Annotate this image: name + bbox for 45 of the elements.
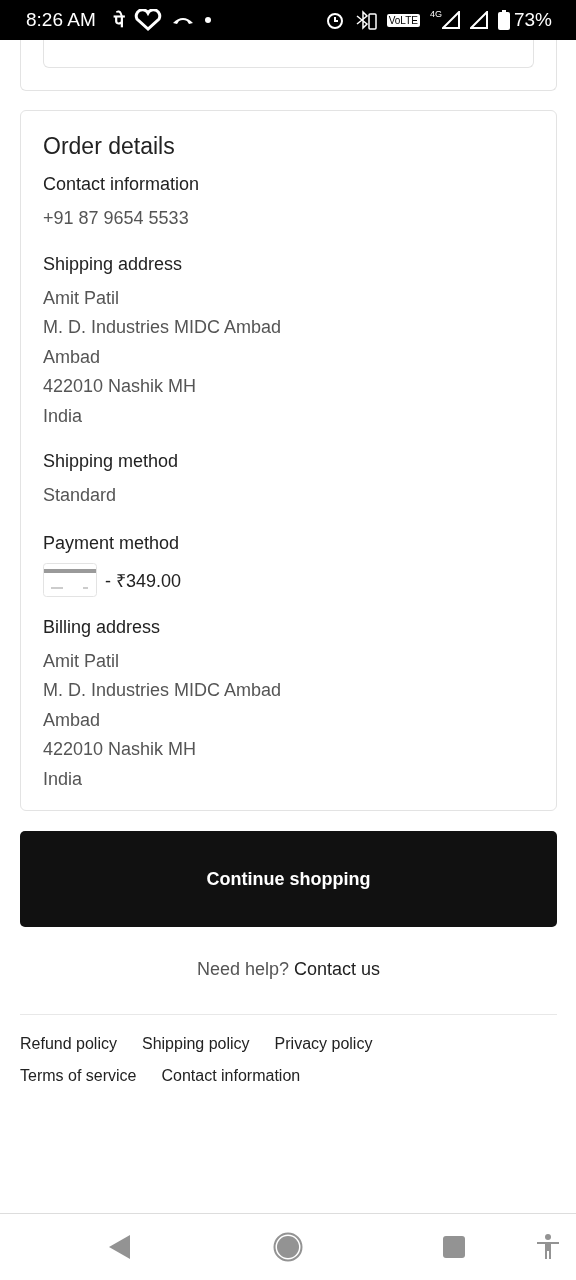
contact-us-link[interactable]: Contact us: [294, 959, 381, 980]
accessibility-icon[interactable]: [536, 1234, 560, 1260]
footer-link[interactable]: Privacy policy: [274, 1035, 373, 1053]
signal-icon: [469, 11, 488, 29]
credit-card-icon: [43, 562, 97, 597]
detail-text: Amit Patil: [43, 286, 121, 310]
alarm-icon: [324, 10, 345, 30]
detail-text: +91 87 9654 5533: [43, 207, 190, 230]
back-icon[interactable]: [108, 1234, 132, 1260]
detail-text: Ambad: [43, 345, 102, 369]
heart-icon: [133, 9, 162, 31]
signal-icon: [441, 11, 460, 29]
detail-text: M. D. Industries MIDC Ambad: [43, 316, 283, 339]
section-heading: Billing address: [43, 616, 162, 638]
detail-text: 422010 Nashik MH: [43, 375, 198, 398]
battery-level: 73%: [513, 9, 552, 31]
detail-text: M. D. Industries MIDC Ambad: [43, 679, 283, 702]
detail-text: Standard: [43, 484, 118, 507]
footer-link[interactable]: Contact information: [161, 1067, 301, 1085]
payment-amount: - ₹349.00: [105, 569, 182, 592]
detail-text: 422010 Nashik MH: [43, 738, 198, 761]
footer-link[interactable]: Terms of service: [20, 1067, 137, 1085]
help-text: Need help?: [196, 959, 289, 980]
section-heading: Shipping method: [43, 451, 180, 472]
section-title: Order details: [43, 133, 176, 160]
battery-icon: [497, 10, 510, 30]
section-heading: Payment method: [43, 532, 181, 554]
bluetooth-icon: [354, 10, 377, 30]
detail-text: India: [43, 767, 84, 791]
detail-text: Ambad: [43, 708, 102, 732]
detail-text: India: [43, 404, 84, 428]
detail-text: Amit Patil: [43, 649, 121, 673]
footer-link[interactable]: Shipping policy: [141, 1035, 250, 1053]
network-label: 4G: [429, 9, 442, 19]
app-notification-icon: पे: [113, 8, 124, 32]
section-heading: Shipping address: [43, 253, 184, 275]
dot-icon: [203, 16, 212, 24]
phone-icon: [171, 15, 194, 25]
status-time: 8:26 AM: [26, 9, 96, 31]
home-icon[interactable]: [273, 1232, 303, 1262]
continue-shopping-button[interactable]: Continue shopping: [20, 831, 557, 927]
recents-icon[interactable]: [443, 1236, 465, 1258]
volte-badge: VoLTE: [386, 13, 420, 27]
footer-link[interactable]: Refund policy: [20, 1035, 117, 1053]
section-heading: Contact information: [43, 174, 201, 195]
